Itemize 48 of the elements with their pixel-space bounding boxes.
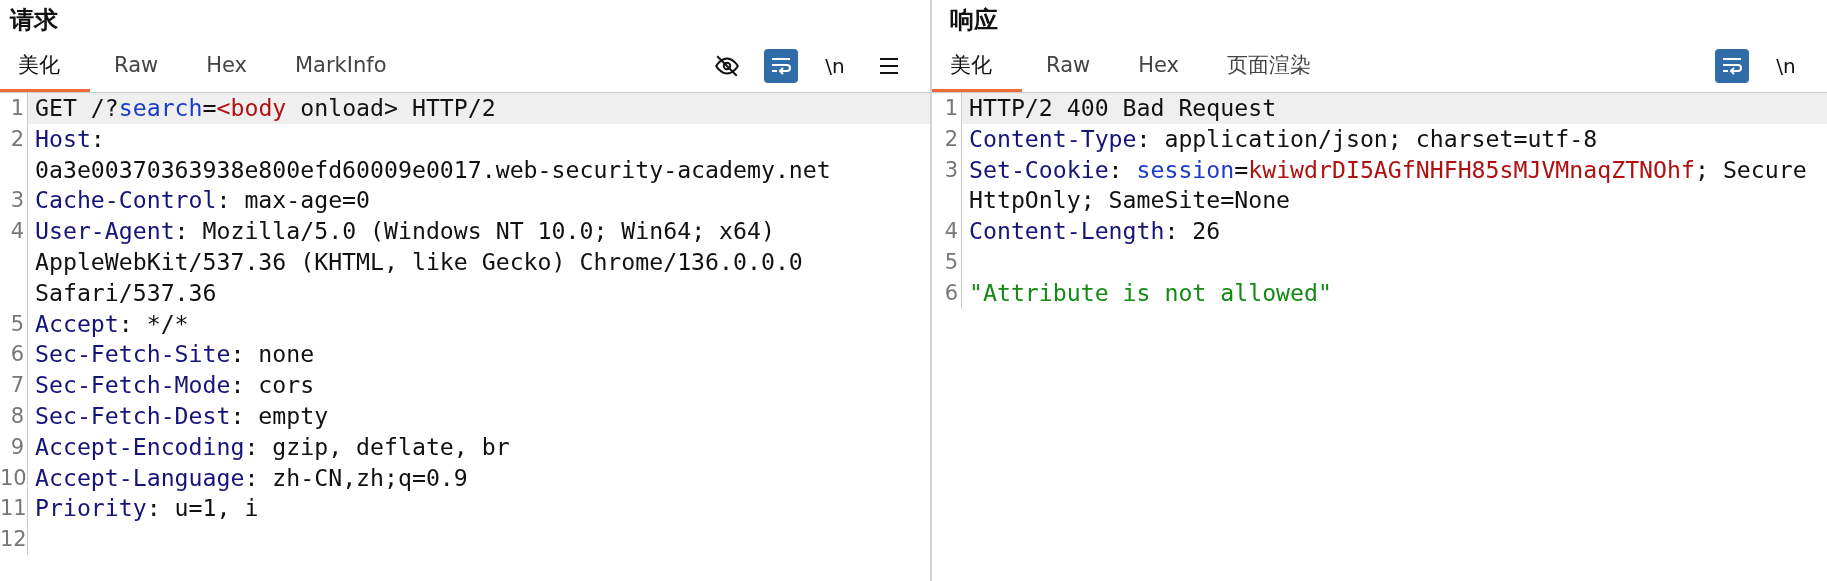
code-line: AppleWebKit/537.36 (KHTML, like Gecko) Chrome/136.0.0.0 — [35, 247, 804, 277]
code-line: Content-Length: 26 — [969, 216, 1222, 247]
line-number: 10 — [0, 462, 28, 494]
tab[interactable]: Hex — [182, 40, 271, 92]
line-number: 11 — [0, 493, 28, 525]
line-number: 6 — [932, 277, 962, 309]
line-number: 3 — [0, 185, 28, 217]
panel-title: 请求 — [8, 5, 59, 36]
panel-title: 响应 — [949, 5, 999, 36]
code-line: Sec-Fetch-Site: none — [35, 339, 316, 370]
line-number: 5 — [932, 247, 962, 278]
code-line: 0a3e00370363938e800efd60009e0017.web-security-academy.net — [35, 154, 832, 185]
line-number: 4 — [0, 216, 28, 309]
code-line: HTTP/2 400 Bad Request — [969, 93, 1278, 123]
wrap-icon[interactable] — [764, 49, 798, 83]
code-line: Host: — [35, 123, 106, 154]
code-line: "Attribute is not allowed" — [969, 277, 1333, 308]
code-line: Sec-Fetch-Mode: cors — [35, 370, 316, 401]
code-line: Accept-Encoding: gzip, deflate, br — [35, 431, 511, 462]
code-line: Content-Type: application/json; charset=utf-8 — [969, 123, 1599, 154]
newline-toggle[interactable]: \n — [1769, 49, 1803, 83]
tab[interactable]: 页面渲染 — [1202, 40, 1335, 92]
code-line: Safari/537.36 — [35, 277, 218, 308]
wrap-icon[interactable] — [1715, 49, 1749, 83]
code-line: Set-Cookie: session=kwiwdrDI5AGfNHFH85sMJVMnaqZTNOhf; Secure — [969, 154, 1808, 185]
line-number: 8 — [0, 400, 28, 432]
line-number: 6 — [0, 339, 28, 371]
line-number: 2 — [932, 123, 962, 155]
code-line: HttpOnly; SameSite=None — [969, 185, 1292, 216]
line-number: 12 — [0, 524, 28, 555]
code-line: Accept-Language: zh-CN,zh;q=0.9 — [35, 462, 469, 493]
line-number: 2 — [0, 123, 28, 186]
code-line: User-Agent: Mozilla/5.0 (Windows NT 10.0; Win64; x64) — [35, 216, 776, 247]
code-line: Accept: */* — [35, 308, 190, 339]
tab[interactable]: Hex — [1114, 40, 1203, 92]
tab[interactable]: Raw — [90, 40, 183, 92]
tab[interactable]: MarkInfo — [270, 40, 411, 92]
code-line: Cache-Control: max-age=0 — [35, 185, 372, 216]
line-number: 3 — [932, 154, 962, 217]
tab[interactable]: Raw — [1022, 40, 1115, 92]
code-line: Sec-Fetch-Dest: empty — [35, 400, 330, 431]
line-number: 7 — [0, 370, 28, 401]
code-line: Priority: u=1, i — [35, 493, 260, 524]
line-number: 4 — [932, 216, 962, 247]
code-line: GET /?search=<body onload> HTTP/2 — [35, 93, 497, 123]
line-number: 9 — [0, 431, 28, 463]
line-number: 5 — [0, 308, 28, 340]
newline-toggle[interactable]: \n — [818, 49, 852, 83]
